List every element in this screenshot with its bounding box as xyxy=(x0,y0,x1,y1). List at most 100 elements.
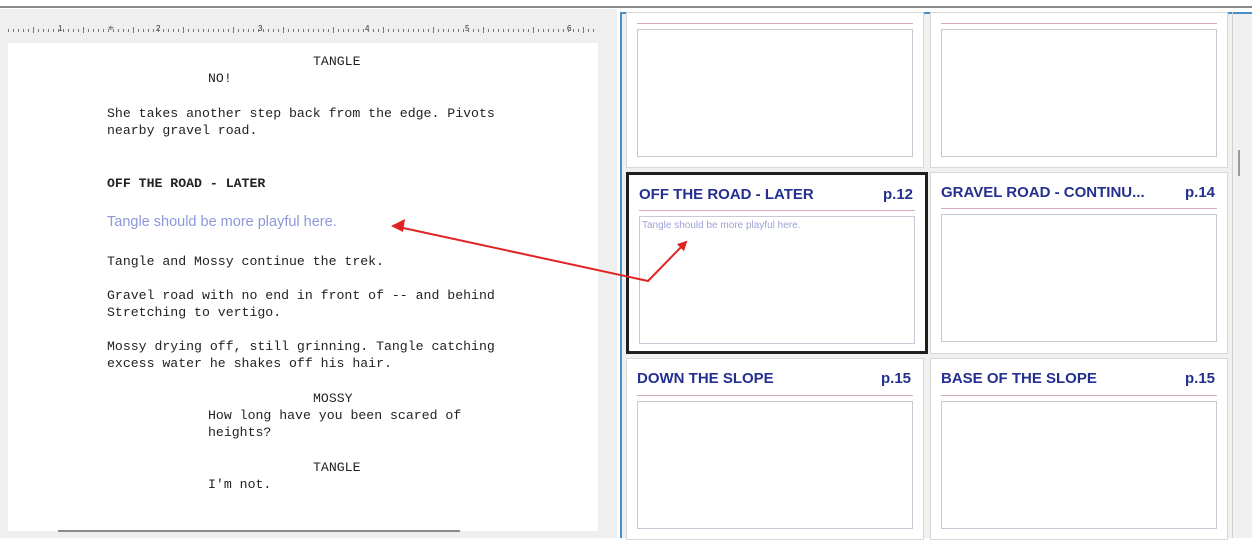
storyboard-panel: OFF THE ROAD - LATER p.12 Tangle should … xyxy=(620,12,1252,540)
ruler-tick xyxy=(453,29,454,32)
ruler-tick xyxy=(298,29,299,32)
dialogue-line[interactable]: heights? xyxy=(208,424,271,441)
ruler-tick xyxy=(588,29,589,32)
action-line[interactable]: Tangle and Mossy continue the trek. xyxy=(107,253,384,270)
ruler-tick xyxy=(153,29,154,32)
ruler-tick xyxy=(458,29,459,32)
storyboard-card[interactable]: DOWN THE SLOPE p.15 xyxy=(626,358,924,540)
storyboard-card[interactable]: GRAVEL ROAD - CONTINU... p.14 xyxy=(930,172,1228,354)
ruler-tick xyxy=(238,29,239,32)
ruler-tick xyxy=(393,29,394,32)
horizontal-scrollbar[interactable] xyxy=(58,530,460,532)
card-title: OFF THE ROAD - LATER xyxy=(639,186,814,203)
ruler-tick xyxy=(8,29,9,32)
ruler-tick xyxy=(168,29,169,32)
card-image-frame[interactable] xyxy=(637,29,913,157)
character-name[interactable]: TANGLE xyxy=(313,459,360,476)
card-divider xyxy=(637,23,913,24)
storyboard-card[interactable] xyxy=(930,12,1228,168)
card-page-number: p.14 xyxy=(1184,184,1215,201)
ruler-tick xyxy=(463,29,464,32)
ruler-tick xyxy=(583,27,584,33)
ruler-tick xyxy=(333,27,334,33)
ruler-tick xyxy=(413,29,414,32)
ruler-tick xyxy=(558,29,559,32)
ruler-tick xyxy=(308,29,309,32)
script-editor-pane: ⌖ 1 2 3 4 5 6 TANGLE NO! She takes anoth… xyxy=(0,9,617,538)
ruler-tick xyxy=(573,29,574,32)
ruler-tick xyxy=(223,29,224,32)
scene-heading[interactable]: OFF THE ROAD - LATER xyxy=(107,175,265,192)
ruler-tick xyxy=(488,29,489,32)
ruler-tick xyxy=(28,29,29,32)
ruler-tick xyxy=(103,29,104,32)
card-divider xyxy=(941,23,1217,24)
ruler-tick xyxy=(108,29,109,32)
ruler-tick xyxy=(593,29,594,32)
ruler-tick xyxy=(483,27,484,33)
ruler-tick xyxy=(43,29,44,32)
ruler-tick xyxy=(503,29,504,32)
ruler-tick xyxy=(343,29,344,32)
action-line[interactable]: Stretching to vertigo. xyxy=(107,304,281,321)
character-name[interactable]: MOSSY xyxy=(313,390,353,407)
storyboard-card[interactable]: BASE OF THE SLOPE p.15 xyxy=(930,358,1228,540)
ruler-tick xyxy=(68,29,69,32)
ruler-tick xyxy=(88,29,89,32)
ruler-tick xyxy=(268,29,269,32)
action-line[interactable]: Mossy drying off, still grinning. Tangle… xyxy=(107,338,495,355)
ruler-tick xyxy=(173,29,174,32)
card-image-frame[interactable] xyxy=(941,401,1217,529)
action-line[interactable]: nearby gravel road. xyxy=(107,122,257,139)
ruler-tick xyxy=(528,29,529,32)
card-image-frame[interactable] xyxy=(941,214,1217,342)
card-image-frame[interactable]: Tangle should be more playful here. xyxy=(639,216,915,344)
script-note[interactable]: Tangle should be more playful here. xyxy=(107,214,337,230)
dialogue-line[interactable]: How long have you been scared of xyxy=(208,407,461,424)
card-divider xyxy=(941,395,1217,396)
vertical-scrollbar[interactable] xyxy=(1238,150,1240,176)
ruler-tick xyxy=(33,27,34,33)
dialogue-line[interactable]: NO! xyxy=(208,70,232,87)
ruler-tick xyxy=(383,27,384,33)
ruler-tick xyxy=(263,29,264,32)
ruler-tick xyxy=(398,29,399,32)
ruler-tick xyxy=(48,29,49,32)
action-line[interactable]: excess water he shakes off his hair. xyxy=(107,355,392,372)
ruler-tick xyxy=(493,29,494,32)
ruler-tick xyxy=(148,29,149,32)
script-page[interactable]: TANGLE NO! She takes another step back f… xyxy=(8,43,598,531)
ruler-tick xyxy=(288,29,289,32)
ruler-tick xyxy=(313,29,314,32)
ruler: ⌖ 1 2 3 4 5 6 xyxy=(8,23,598,39)
ruler-tick xyxy=(73,29,74,32)
character-name[interactable]: TANGLE xyxy=(313,53,360,70)
action-line[interactable]: She takes another step back from the edg… xyxy=(107,105,495,122)
card-page-number: p.12 xyxy=(882,186,913,203)
ruler-tick xyxy=(498,29,499,32)
ruler-tick xyxy=(58,29,59,32)
ruler-tick xyxy=(78,29,79,32)
ruler-tick xyxy=(83,27,84,33)
ruler-tick xyxy=(133,27,134,33)
card-image-frame[interactable] xyxy=(941,29,1217,157)
ruler-tick xyxy=(188,29,189,32)
ruler-tick xyxy=(473,29,474,32)
ruler-tick xyxy=(428,29,429,32)
card-image-frame[interactable] xyxy=(637,401,913,529)
ruler-tick xyxy=(418,29,419,32)
dialogue-line[interactable]: I'm not. xyxy=(208,476,271,493)
card-title: GRAVEL ROAD - CONTINU... xyxy=(941,184,1145,201)
ruler-tick xyxy=(323,29,324,32)
ruler-tick xyxy=(358,29,359,32)
storyboard-card[interactable] xyxy=(626,12,924,168)
action-line[interactable]: Gravel road with no end in front of -- a… xyxy=(107,287,495,304)
storyboard-card-selected[interactable]: OFF THE ROAD - LATER p.12 Tangle should … xyxy=(626,172,928,354)
ruler-tick xyxy=(128,29,129,32)
ruler-tick xyxy=(523,29,524,32)
ruler-tick xyxy=(98,29,99,32)
ruler-tick xyxy=(143,29,144,32)
ruler-tick xyxy=(63,29,64,32)
ruler-tick xyxy=(468,29,469,32)
ruler-tick xyxy=(538,29,539,32)
